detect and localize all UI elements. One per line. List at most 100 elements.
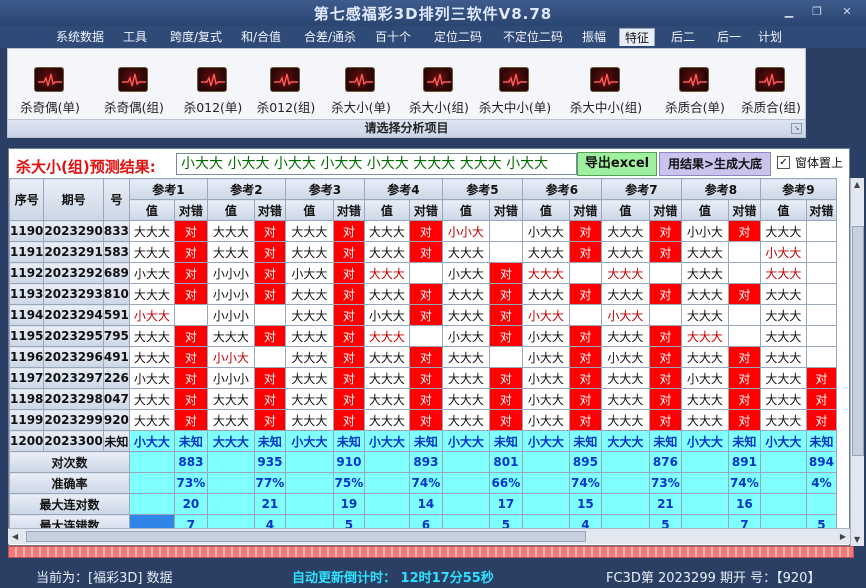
- correct-cell[interactable]: 未知: [408, 430, 443, 452]
- header-value[interactable]: 值: [759, 199, 807, 221]
- header-correct[interactable]: 对错: [253, 199, 286, 221]
- value-cell[interactable]: 大大大: [600, 388, 650, 410]
- correct-cell[interactable]: 对: [408, 409, 443, 431]
- value-cell[interactable]: 大大大: [441, 388, 490, 410]
- correct-cell[interactable]: 对: [253, 220, 286, 242]
- correct-cell[interactable]: [253, 346, 286, 368]
- value-cell[interactable]: 大大大: [600, 367, 650, 389]
- value-cell[interactable]: 大大大: [600, 241, 650, 263]
- value-cell[interactable]: 小小大: [441, 220, 490, 242]
- correct-cell[interactable]: [727, 262, 761, 284]
- header-reference[interactable]: 参考9: [759, 178, 837, 200]
- correct-cell[interactable]: 对: [408, 367, 443, 389]
- minimize-button[interactable]: ▁: [776, 4, 802, 20]
- correct-cell[interactable]: 对: [173, 262, 208, 284]
- value-cell[interactable]: 大大大: [600, 220, 650, 242]
- value-cell[interactable]: 大大大: [128, 325, 175, 347]
- correct-cell[interactable]: 未知: [332, 430, 365, 452]
- correct-cell[interactable]: 对: [648, 241, 682, 263]
- value-cell[interactable]: 大大大: [363, 409, 410, 431]
- header-correct[interactable]: 对错: [805, 199, 837, 221]
- correct-cell[interactable]: 对: [488, 388, 523, 410]
- value-cell[interactable]: 小大大: [284, 430, 334, 452]
- value-cell[interactable]: 大大大: [600, 262, 650, 284]
- ribbon-tool-button[interactable]: 杀大小(单): [319, 63, 403, 121]
- ribbon-tool-button[interactable]: 杀大小(组): [397, 63, 481, 121]
- correct-cell[interactable]: [805, 283, 837, 305]
- value-cell[interactable]: 大大大: [680, 262, 729, 284]
- value-cell[interactable]: 小大大: [441, 262, 490, 284]
- header-reference[interactable]: 参考1: [128, 178, 208, 200]
- value-cell[interactable]: 大大大: [521, 241, 570, 263]
- value-cell[interactable]: 大大大: [759, 325, 807, 347]
- correct-cell[interactable]: 对: [568, 388, 602, 410]
- value-cell[interactable]: 大大大: [441, 241, 490, 263]
- ribbon-tool-button[interactable]: 杀大中小(单): [473, 63, 557, 121]
- value-cell[interactable]: 大大大: [680, 325, 729, 347]
- correct-cell[interactable]: 对: [408, 241, 443, 263]
- correct-cell[interactable]: [408, 262, 443, 284]
- correct-cell[interactable]: 对: [253, 409, 286, 431]
- correct-cell[interactable]: 对: [332, 367, 365, 389]
- correct-cell[interactable]: 对: [488, 262, 523, 284]
- header-correct[interactable]: 对错: [648, 199, 682, 221]
- value-cell[interactable]: 大大大: [284, 388, 334, 410]
- ribbon-tool-button[interactable]: 杀奇偶(单): [8, 63, 92, 121]
- value-cell[interactable]: 小大大: [128, 262, 175, 284]
- correct-cell[interactable]: 对: [727, 346, 761, 368]
- correct-cell[interactable]: [727, 241, 761, 263]
- value-cell[interactable]: 大大大: [680, 283, 729, 305]
- header-issue[interactable]: 期号: [43, 178, 104, 221]
- menu-item[interactable]: 特征: [619, 28, 655, 46]
- value-cell[interactable]: 小大大: [441, 430, 490, 452]
- correct-cell[interactable]: [648, 262, 682, 284]
- value-cell[interactable]: 大大大: [363, 220, 410, 242]
- correct-cell[interactable]: 对: [253, 283, 286, 305]
- ontop-checkbox[interactable]: ✓: [777, 156, 790, 169]
- correct-cell[interactable]: [488, 241, 523, 263]
- correct-cell[interactable]: 对: [253, 262, 286, 284]
- value-cell[interactable]: 小大大: [521, 388, 570, 410]
- value-cell[interactable]: 大大大: [284, 325, 334, 347]
- correct-cell[interactable]: 对: [488, 325, 523, 347]
- value-cell[interactable]: 小大大: [759, 430, 807, 452]
- header-correct[interactable]: 对错: [568, 199, 602, 221]
- correct-cell[interactable]: [805, 325, 837, 347]
- menu-item[interactable]: 不定位二码: [498, 28, 568, 46]
- correct-cell[interactable]: 对: [408, 304, 443, 326]
- table-row[interactable]: 1199 2023299 920 大大大对大大大对大大大对大大大对大大大对小大大对大大…: [9, 409, 837, 431]
- table-row-pending[interactable]: 1200 2023300 未知 小大大 未知 大大大 未知 小大大 未知 小大大 未知 小大大 未知 小大…: [9, 430, 837, 452]
- correct-cell[interactable]: 对: [648, 220, 682, 242]
- table-row[interactable]: 1192 2023292 689 小大大对小小小对小大大对大大大 小大大对大大大 大大大大…: [9, 262, 837, 284]
- maximize-button[interactable]: ❐: [804, 4, 830, 20]
- value-cell[interactable]: 大大大: [206, 409, 255, 431]
- correct-cell[interactable]: 对: [253, 325, 286, 347]
- correct-cell[interactable]: 对: [332, 325, 365, 347]
- correct-cell[interactable]: 对: [727, 409, 761, 431]
- header-correct[interactable]: 对错: [488, 199, 523, 221]
- value-cell[interactable]: 小大大: [441, 325, 490, 347]
- scroll-right-icon[interactable]: ▶: [840, 532, 846, 541]
- correct-cell[interactable]: 未知: [727, 430, 761, 452]
- value-cell[interactable]: 小大大: [284, 262, 334, 284]
- value-cell[interactable]: 大大大: [128, 241, 175, 263]
- ribbon-tool-button[interactable]: 杀质合(组): [729, 63, 813, 121]
- ribbon-tool-button[interactable]: 杀质合(单): [653, 63, 737, 121]
- header-reference[interactable]: 参考7: [600, 178, 682, 200]
- value-cell[interactable]: 小大大: [128, 430, 175, 452]
- correct-cell[interactable]: 对: [332, 283, 365, 305]
- correct-cell[interactable]: 对: [488, 283, 523, 305]
- correct-cell[interactable]: 对: [408, 388, 443, 410]
- header-value[interactable]: 值: [363, 199, 410, 221]
- header-reference[interactable]: 参考6: [521, 178, 602, 200]
- header-value[interactable]: 值: [680, 199, 729, 221]
- correct-cell[interactable]: 对: [488, 367, 523, 389]
- ribbon-tool-button[interactable]: 杀012(单): [171, 63, 255, 121]
- value-cell[interactable]: 大大大: [521, 262, 570, 284]
- value-cell[interactable]: 大大大: [759, 283, 807, 305]
- correct-cell[interactable]: 对: [332, 241, 365, 263]
- correct-cell[interactable]: 对: [568, 346, 602, 368]
- correct-cell[interactable]: [488, 220, 523, 242]
- value-cell[interactable]: 小大大: [600, 346, 650, 368]
- correct-cell[interactable]: 对: [648, 283, 682, 305]
